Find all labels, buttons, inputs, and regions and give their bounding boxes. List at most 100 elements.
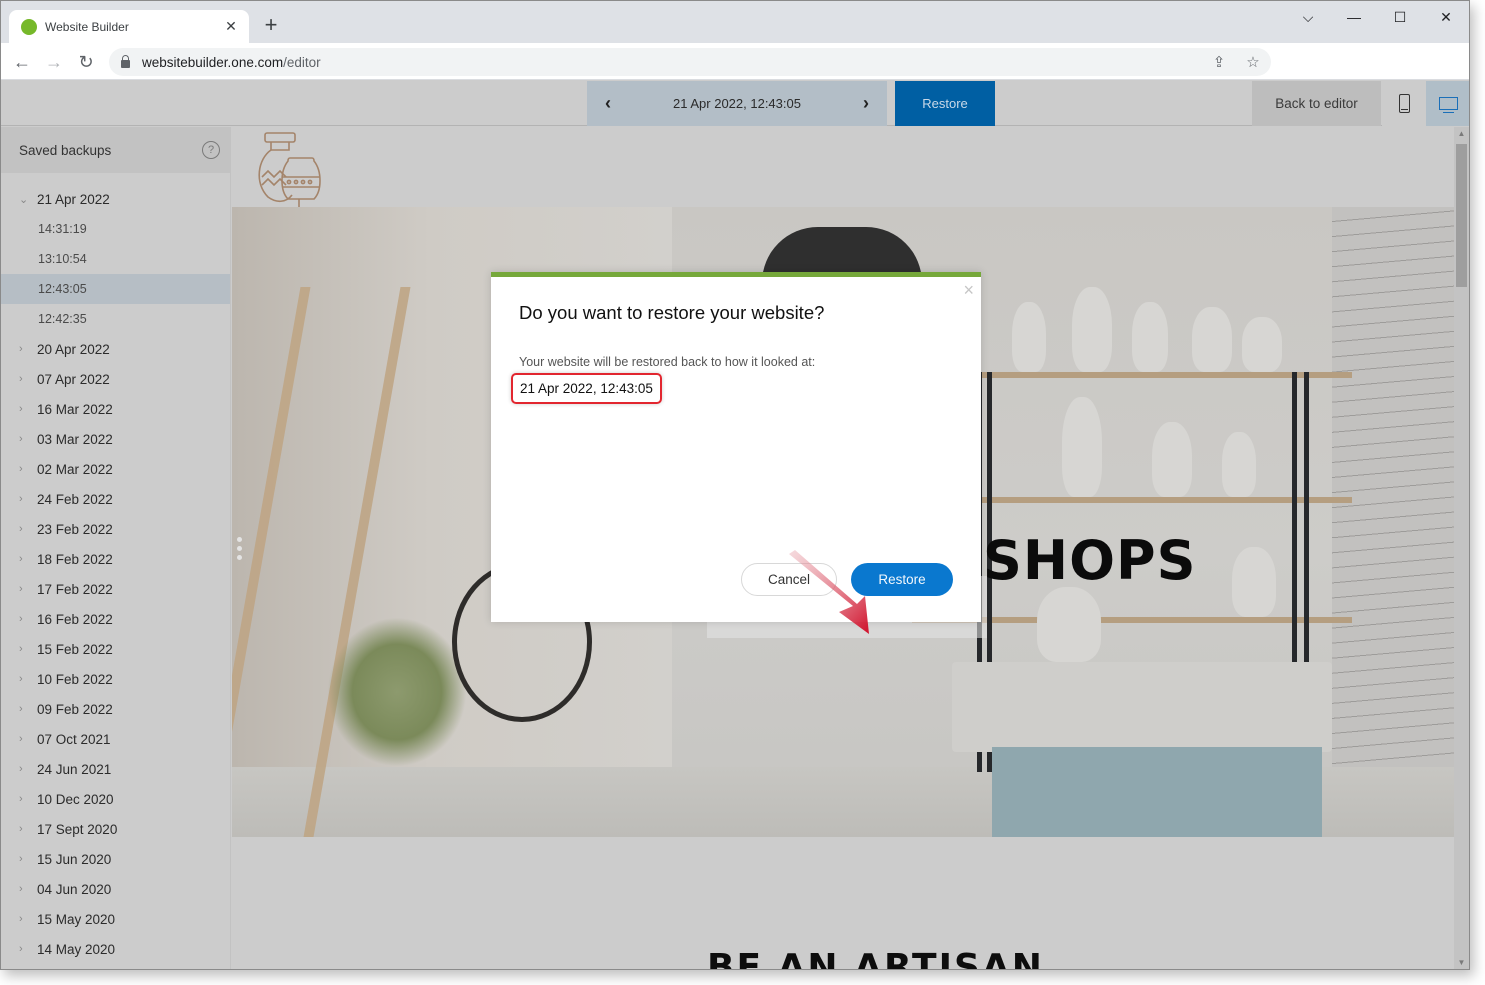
minimize-button[interactable]: — bbox=[1331, 1, 1377, 33]
backup-day-label: 15 Jun 2020 bbox=[37, 851, 112, 867]
pottery-logo-icon bbox=[258, 132, 321, 207]
backup-day-item[interactable]: › 14 May 2020 bbox=[1, 934, 230, 964]
maximize-button[interactable]: ☐ bbox=[1377, 1, 1423, 33]
chevron-right-icon: › bbox=[19, 553, 23, 565]
forward-arrow-icon[interactable]: → bbox=[41, 49, 67, 75]
favicon-icon bbox=[21, 18, 37, 35]
restore-toolbar-button[interactable]: Restore bbox=[895, 81, 995, 126]
desktop-monitor-icon bbox=[1438, 97, 1458, 113]
backup-day-item[interactable]: › 02 Mar 2022 bbox=[1, 454, 230, 484]
backup-day-item[interactable]: › 15 May 2020 bbox=[1, 904, 230, 934]
address-bar[interactable]: websitebuilder.one.com/editor ⇪ ☆ bbox=[109, 48, 1271, 76]
hero-title: SHOPS bbox=[983, 529, 1197, 592]
reload-icon[interactable]: ↻ bbox=[73, 49, 99, 75]
hero-bench bbox=[992, 747, 1322, 837]
backup-day-item[interactable]: › 17 Sept 2020 bbox=[1, 814, 230, 844]
backup-day-item[interactable]: › 16 Mar 2022 bbox=[1, 394, 230, 424]
backup-day-label: 03 Mar 2022 bbox=[37, 431, 113, 447]
browser-tab[interactable]: Website Builder ✕ bbox=[9, 10, 249, 43]
scrollbar-thumb[interactable] bbox=[1456, 144, 1467, 287]
backup-day-expanded[interactable]: ⌄ 21 Apr 2022 bbox=[1, 184, 230, 214]
backup-day-label: 23 Feb 2022 bbox=[37, 521, 113, 537]
backup-day-label: 07 Oct 2021 bbox=[37, 731, 111, 747]
backup-day-label: 20 Apr 2022 bbox=[37, 341, 110, 357]
backup-day-item[interactable]: › 24 Feb 2022 bbox=[1, 484, 230, 514]
backup-day-item[interactable]: › 07 Oct 2021 bbox=[1, 724, 230, 754]
backup-day-label: 14 May 2020 bbox=[37, 941, 116, 957]
desktop-view-button[interactable] bbox=[1426, 81, 1469, 126]
hero-vase bbox=[1222, 432, 1256, 497]
hero-vase bbox=[1037, 587, 1101, 662]
chevron-right-icon: › bbox=[19, 433, 23, 445]
tab-title: Website Builder bbox=[45, 19, 129, 34]
chevron-right-icon: › bbox=[19, 763, 23, 775]
backup-time-item[interactable]: 12:42:35 bbox=[1, 304, 230, 334]
chevron-right-icon: › bbox=[19, 913, 23, 925]
restore-confirm-button[interactable]: Restore bbox=[851, 563, 953, 596]
help-question-icon[interactable]: ? bbox=[202, 141, 220, 159]
close-window-button[interactable]: ✕ bbox=[1423, 1, 1469, 33]
restore-confirm-dialog: × Do you want to restore your website? Y… bbox=[491, 272, 981, 622]
backup-day-item[interactable]: › 10 Feb 2022 bbox=[1, 664, 230, 694]
next-version-chevron-icon[interactable]: › bbox=[859, 93, 873, 114]
backup-day-item[interactable]: › 24 Jun 2021 bbox=[1, 754, 230, 784]
backup-day-label: 09 Feb 2022 bbox=[37, 701, 113, 717]
tab-search-chevron-icon[interactable]: ⌵ bbox=[1285, 1, 1331, 33]
tab-close-icon[interactable]: ✕ bbox=[223, 18, 239, 35]
backup-day-label: 15 Feb 2022 bbox=[37, 641, 113, 657]
backup-time-item[interactable]: 14:31:19 bbox=[1, 214, 230, 244]
bookmark-star-icon[interactable]: ☆ bbox=[1243, 52, 1263, 72]
backup-day-item[interactable]: › 16 Feb 2022 bbox=[1, 604, 230, 634]
backup-day-item[interactable]: › 09 Feb 2022 bbox=[1, 694, 230, 724]
hero-pottery-wheel bbox=[952, 662, 1332, 752]
new-tab-button[interactable]: + bbox=[259, 14, 283, 38]
backup-day-item[interactable]: › 10 Dec 2020 bbox=[1, 784, 230, 814]
backup-day-item[interactable]: › 18 Feb 2022 bbox=[1, 544, 230, 574]
hero-vase bbox=[1232, 547, 1276, 617]
backup-day-label: 24 Jun 2021 bbox=[37, 761, 112, 777]
scroll-up-arrow-icon[interactable]: ▲ bbox=[1454, 127, 1469, 141]
backup-day-item[interactable]: › 03 Mar 2022 bbox=[1, 424, 230, 454]
browser-window: Website Builder ✕ + ⌵ — ☐ ✕ ← → ↻ websit… bbox=[0, 0, 1470, 970]
dialog-message: Your website will be restored back to ho… bbox=[519, 355, 816, 369]
url-path: /editor bbox=[283, 54, 321, 70]
backup-day-label: 04 Jun 2020 bbox=[37, 881, 112, 897]
backup-day-item[interactable]: › 15 Jun 2020 bbox=[1, 844, 230, 874]
backup-list: ⌄ 21 Apr 2022 14:31:19 13:10:54 12:43:05… bbox=[1, 173, 230, 964]
mobile-phone-icon bbox=[1398, 94, 1410, 113]
hero-vase bbox=[1152, 422, 1192, 497]
hero-brick-wall bbox=[1332, 207, 1454, 837]
backup-time-item-selected[interactable]: 12:43:05 bbox=[1, 274, 230, 304]
share-icon[interactable]: ⇪ bbox=[1209, 52, 1229, 72]
saved-backups-sidebar: Saved backups ? ⌄ 21 Apr 2022 14:31:19 1… bbox=[1, 127, 231, 969]
backup-day-item[interactable]: › 04 Jun 2020 bbox=[1, 874, 230, 904]
sidebar-header: Saved backups ? bbox=[1, 127, 230, 173]
cancel-button[interactable]: Cancel bbox=[741, 563, 837, 596]
chevron-right-icon: › bbox=[19, 673, 23, 685]
scroll-down-arrow-icon[interactable]: ▼ bbox=[1454, 956, 1469, 969]
backup-day-item[interactable]: › 17 Feb 2022 bbox=[1, 574, 230, 604]
preview-scrollbar[interactable]: ▲ ▼ bbox=[1454, 127, 1469, 969]
backup-time-item[interactable]: 13:10:54 bbox=[1, 244, 230, 274]
dialog-title: Do you want to restore your website? bbox=[519, 302, 825, 323]
backup-day-item[interactable]: › 07 Apr 2022 bbox=[1, 364, 230, 394]
previous-version-chevron-icon[interactable]: ‹ bbox=[601, 93, 615, 114]
backup-day-label: 15 May 2020 bbox=[37, 911, 116, 927]
back-to-editor-button[interactable]: Back to editor bbox=[1252, 81, 1381, 126]
backup-day-label: 18 Feb 2022 bbox=[37, 551, 113, 567]
url-host: websitebuilder.one.com bbox=[142, 54, 284, 70]
hero-vase bbox=[1062, 397, 1102, 497]
hero-vase bbox=[1132, 302, 1168, 372]
mobile-view-button[interactable] bbox=[1382, 81, 1426, 126]
browser-toolbar: ← → ↻ websitebuilder.one.com/editor ⇪ ☆ bbox=[1, 43, 1469, 80]
hero-vase bbox=[1072, 287, 1112, 372]
current-version-date: 21 Apr 2022, 12:43:05 bbox=[673, 96, 801, 111]
backup-day-label: 10 Dec 2020 bbox=[37, 791, 114, 807]
backup-day-item[interactable]: › 23 Feb 2022 bbox=[1, 514, 230, 544]
chevron-right-icon: › bbox=[19, 733, 23, 745]
backup-day-item[interactable]: › 15 Feb 2022 bbox=[1, 634, 230, 664]
hero-drag-handle[interactable] bbox=[237, 537, 242, 560]
close-icon[interactable]: × bbox=[963, 281, 974, 299]
backup-day-item[interactable]: › 20 Apr 2022 bbox=[1, 334, 230, 364]
back-arrow-icon[interactable]: ← bbox=[9, 49, 35, 75]
